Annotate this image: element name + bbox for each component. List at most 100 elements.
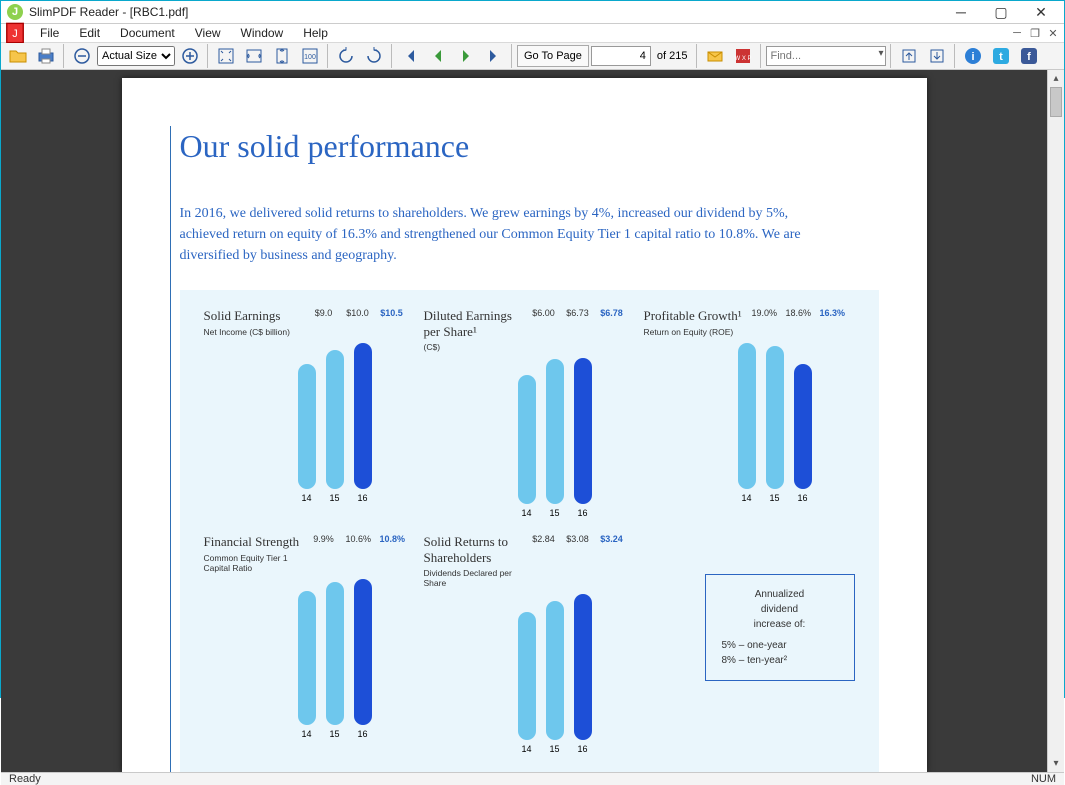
mdi-minimize-button[interactable]: ─: [1009, 25, 1025, 41]
maximize-button[interactable]: ▢: [984, 1, 1018, 23]
find-next-button[interactable]: [924, 43, 950, 69]
chart-subtitle: Common Equity Tier 1 Capital Ratio: [204, 553, 304, 573]
rotate-cw-button[interactable]: [361, 43, 387, 69]
chart-title: Profitable Growth¹: [644, 308, 744, 324]
chart-x-label: 15: [766, 493, 784, 503]
menubar: J File Edit Document View Window Help ─ …: [1, 24, 1064, 43]
chart-roe: Profitable Growth¹ Return on Equity (ROE…: [644, 308, 844, 518]
find-prev-button[interactable]: [896, 43, 922, 69]
fit-height-button[interactable]: [269, 43, 295, 69]
chart-value-label: $6.00: [532, 308, 556, 318]
svg-text:t: t: [999, 51, 1003, 63]
chart-title: Solid Earnings: [204, 308, 304, 324]
chart-x-label: 16: [574, 744, 592, 754]
chart-bar: [546, 601, 564, 740]
actual-size-button[interactable]: 100: [297, 43, 323, 69]
prev-page-button[interactable]: [425, 43, 451, 69]
fit-width-button[interactable]: [241, 43, 267, 69]
chart-bar: [794, 364, 812, 489]
info-button[interactable]: i: [960, 43, 986, 69]
page-total-label: of 215: [653, 50, 692, 62]
chart-bar: [574, 358, 592, 504]
chart-x-label: 16: [354, 729, 372, 739]
chart-title: Financial Strength: [204, 534, 304, 550]
zoom-in-button[interactable]: [177, 43, 203, 69]
scroll-down-button[interactable]: ▾: [1048, 755, 1064, 772]
chart-x-label: 14: [298, 493, 316, 503]
chart-x-label: 15: [546, 508, 564, 518]
chart-value-label: $6.78: [600, 308, 624, 318]
open-button[interactable]: [5, 43, 31, 69]
svg-text:f: f: [1027, 51, 1031, 63]
menu-help[interactable]: Help: [293, 24, 338, 42]
menu-window[interactable]: Window: [231, 24, 294, 42]
scroll-up-button[interactable]: ▴: [1048, 70, 1064, 87]
vertical-scrollbar[interactable]: ▴ ▾: [1047, 70, 1064, 772]
last-page-button[interactable]: [481, 43, 507, 69]
convert-button[interactable]: W X P: [730, 43, 756, 69]
chart-bar: [354, 579, 372, 725]
find-input[interactable]: [766, 46, 886, 66]
chart-bar: [326, 350, 344, 489]
find-dropdown-icon[interactable]: ▾: [878, 48, 883, 59]
scroll-track[interactable]: [1048, 87, 1064, 755]
chart-value-label: $10.5: [380, 308, 404, 318]
chart-subtitle: Return on Equity (ROE): [644, 327, 744, 337]
print-button[interactable]: [33, 43, 59, 69]
chart-bar: [738, 343, 756, 489]
chart-earnings: Solid Earnings Net Income (C$ billion) $…: [204, 308, 404, 518]
chart-bar: [326, 582, 344, 725]
zoom-select[interactable]: Actual Size: [97, 46, 175, 66]
facebook-button[interactable]: f: [1016, 43, 1042, 69]
mdi-restore-button[interactable]: ❐: [1027, 25, 1043, 41]
chart-x-label: 15: [326, 493, 344, 503]
goto-page-button[interactable]: Go To Page: [517, 45, 589, 67]
pdf-page: Our solid performance In 2016, we delive…: [122, 78, 927, 772]
close-button[interactable]: ✕: [1024, 1, 1058, 23]
scroll-thumb[interactable]: [1050, 87, 1062, 117]
fit-page-button[interactable]: [213, 43, 239, 69]
first-page-button[interactable]: [397, 43, 423, 69]
chart-x-label: 14: [738, 493, 756, 503]
mdi-close-button[interactable]: ✕: [1045, 25, 1061, 41]
chart-bar: [574, 594, 592, 740]
chart-value-label: $2.84: [532, 534, 556, 544]
zoom-out-button[interactable]: [69, 43, 95, 69]
twitter-button[interactable]: t: [988, 43, 1014, 69]
next-page-button[interactable]: [453, 43, 479, 69]
page-number-input[interactable]: [591, 46, 651, 66]
page-viewport[interactable]: Our solid performance In 2016, we delive…: [1, 70, 1047, 772]
chart-value-label: 10.6%: [346, 534, 370, 544]
chart-value-label: 10.8%: [380, 534, 404, 544]
chart-bar: [766, 346, 784, 489]
annot-line: 8% – ten-year²: [722, 653, 838, 668]
chart-value-label: $3.24: [600, 534, 624, 544]
chart-bar: [518, 375, 536, 504]
minimize-button[interactable]: ─: [944, 1, 978, 23]
menu-document[interactable]: Document: [110, 24, 185, 42]
statusbar: Ready NUM: [1, 772, 1064, 785]
chart-x-label: 16: [354, 493, 372, 503]
email-button[interactable]: [702, 43, 728, 69]
status-num: NUM: [1031, 773, 1056, 785]
chart-cet1: Financial Strength Common Equity Tier 1 …: [204, 534, 404, 754]
annotation-box: Annualized dividend increase of: 5% – on…: [705, 574, 855, 681]
app-menu-icon: J: [4, 24, 26, 42]
chart-bar: [546, 359, 564, 504]
chart-subtitle: (C$): [424, 342, 524, 352]
svg-text:J: J: [12, 28, 18, 40]
chart-bar: [518, 612, 536, 740]
chart-x-label: 14: [298, 729, 316, 739]
menu-edit[interactable]: Edit: [69, 24, 110, 42]
menu-file[interactable]: File: [30, 24, 69, 42]
content-area: Our solid performance In 2016, we delive…: [1, 70, 1064, 772]
chart-x-label: 14: [518, 744, 536, 754]
menu-view[interactable]: View: [185, 24, 231, 42]
chart-eps: Diluted Earnings per Share¹ (C$) $6.00$6…: [424, 308, 624, 518]
annot-line: Annualized: [722, 587, 838, 602]
rotate-ccw-button[interactable]: [333, 43, 359, 69]
chart-subtitle: Net Income (C$ billion): [204, 327, 304, 337]
chart-value-label: 16.3%: [820, 308, 844, 318]
chart-x-label: 15: [326, 729, 344, 739]
charts-panel: Solid Earnings Net Income (C$ billion) $…: [180, 290, 879, 772]
